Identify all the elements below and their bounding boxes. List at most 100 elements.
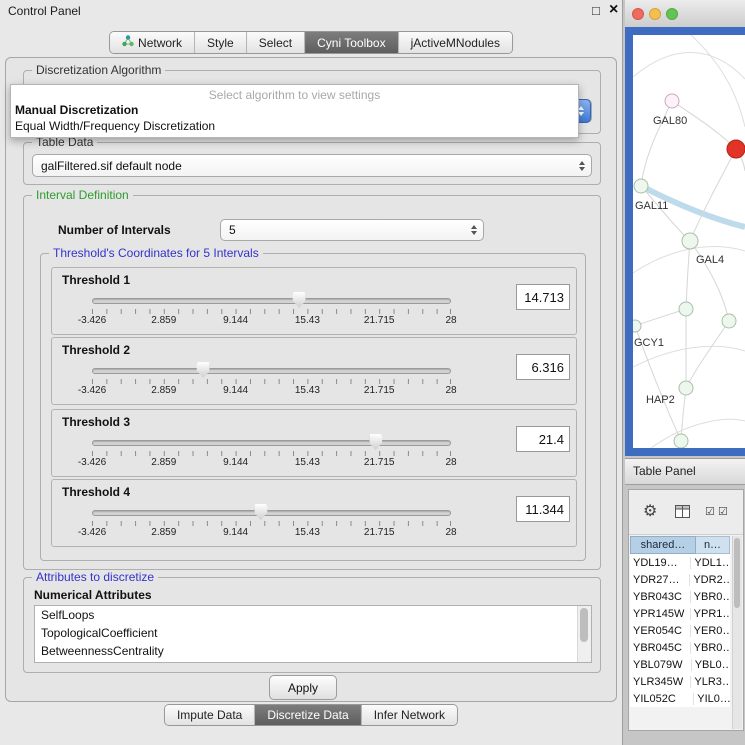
- slider-thumb[interactable]: [197, 362, 210, 378]
- threshold-slider[interactable]: -3.426 2.859 9.144 15.43 21.715 28: [92, 433, 451, 473]
- slider-track[interactable]: [92, 510, 451, 516]
- tab-jactivemodules[interactable]: jActiveMNodules: [398, 32, 512, 53]
- tab-network[interactable]: Network: [110, 32, 194, 53]
- control-panel-titlebar: Control Panel □ ×: [0, 0, 622, 24]
- list-scrollbar[interactable]: [577, 606, 591, 662]
- scale-label: 28: [445, 385, 456, 396]
- scale-label: 15.43: [295, 385, 320, 396]
- threshold-panel: Threshold 1 -3.426 2.859 9.144 15.43 21.…: [51, 267, 577, 335]
- threshold-value-field[interactable]: [516, 354, 570, 380]
- scrollbar-thumb[interactable]: [580, 608, 588, 642]
- popup-option-equal-width-frequency[interactable]: Equal Width/Frequency Discretization: [15, 119, 215, 133]
- node[interactable]: [722, 314, 736, 328]
- node-gal80[interactable]: [665, 94, 679, 108]
- threshold-label: Threshold 1: [62, 273, 130, 287]
- table-row[interactable]: YBR043CYBR0…: [630, 588, 730, 605]
- tab-label: jActiveMNodules: [411, 36, 500, 50]
- threshold-slider[interactable]: -3.426 2.859 9.144 15.43 21.715 28: [92, 291, 451, 331]
- cell: YIL0…: [694, 693, 730, 705]
- table-panel-header: Table Panel: [625, 458, 745, 485]
- scale-label: -3.426: [78, 315, 106, 326]
- mac-minimize-icon[interactable]: [649, 8, 661, 20]
- node-selected-red[interactable]: [727, 140, 745, 158]
- apply-button[interactable]: Apply: [269, 675, 337, 700]
- close-window-icon[interactable]: ×: [609, 1, 618, 19]
- list-item[interactable]: SelfLoops: [35, 606, 591, 624]
- table-row[interactable]: YDR27…YDR2…: [630, 571, 730, 588]
- slider-thumb[interactable]: [369, 434, 382, 450]
- cell: YBR0…: [691, 642, 730, 654]
- slider-thumb[interactable]: [293, 292, 306, 308]
- threshold-slider[interactable]: -3.426 2.859 9.144 15.43 21.715 28: [92, 503, 451, 543]
- table-row[interactable]: YIL052CYIL0…: [630, 690, 730, 707]
- slider-ticks: [92, 379, 451, 384]
- node[interactable]: [679, 302, 693, 316]
- scale-label: 9.144: [223, 385, 248, 396]
- list-item[interactable]: TopologicalCoefficient: [35, 624, 591, 642]
- table-window: ⚙ ☑ ☑ shared… n… YDL19…YDL1… YDR27…YDR2……: [628, 489, 744, 731]
- table-row[interactable]: YPR145WYPR1…: [630, 605, 730, 622]
- tab-discretize-data[interactable]: Discretize Data: [254, 705, 360, 725]
- list-item[interactable]: BetweennessCentrality: [35, 642, 591, 660]
- slider-thumb[interactable]: [254, 504, 267, 520]
- network-canvas[interactable]: GAL80 GAL11 GAL4 GCY1 HAP2: [633, 35, 745, 448]
- table-data-combobox[interactable]: galFiltered.sif default node: [32, 154, 592, 177]
- scale-label: 15.43: [295, 457, 320, 468]
- cell: YLR3…: [691, 676, 730, 688]
- scrollbar-thumb[interactable]: [734, 538, 740, 608]
- float-window-icon[interactable]: □: [592, 3, 600, 18]
- node-label: HAP2: [646, 394, 675, 406]
- slider-track[interactable]: [92, 440, 451, 446]
- mac-zoom-icon[interactable]: [666, 8, 678, 20]
- column-header-name[interactable]: n…: [696, 536, 730, 554]
- threshold-value-field[interactable]: [516, 284, 570, 310]
- number-of-intervals-combobox[interactable]: 5: [220, 219, 484, 241]
- threshold-panel: Threshold 2 -3.426 2.859 9.144 15.43 21.…: [51, 337, 577, 405]
- tab-infer-network[interactable]: Infer Network: [361, 705, 457, 725]
- column-header-shared-name[interactable]: shared…: [630, 536, 696, 554]
- threshold-slider[interactable]: -3.426 2.859 9.144 15.43 21.715 28: [92, 361, 451, 401]
- gear-icon[interactable]: ⚙: [643, 501, 657, 521]
- select-all-icon[interactable]: ☑: [705, 505, 715, 518]
- window-title: Control Panel: [8, 4, 81, 18]
- scale-label: 15.43: [295, 527, 320, 538]
- node-hap2[interactable]: [679, 381, 693, 395]
- table-row[interactable]: YBR045CYBR0…: [630, 639, 730, 656]
- tab-style[interactable]: Style: [194, 32, 246, 53]
- tab-label: Select: [259, 36, 292, 50]
- node-label: GAL11: [635, 200, 668, 212]
- node-gcy1[interactable]: [633, 320, 641, 332]
- threshold-value-field[interactable]: [516, 426, 570, 452]
- cell: YER054C: [630, 625, 691, 637]
- table-row[interactable]: YLR345WYLR3…: [630, 673, 730, 690]
- numerical-attributes-label: Numerical Attributes: [34, 588, 152, 602]
- node-gal4[interactable]: [682, 233, 698, 249]
- tab-select[interactable]: Select: [246, 32, 304, 53]
- threshold-label: Threshold 2: [62, 343, 130, 357]
- group-label: Threshold's Coordinates for 5 Intervals: [49, 246, 263, 260]
- tab-cyni-toolbox[interactable]: Cyni Toolbox: [304, 32, 397, 53]
- scale-label: 2.859: [151, 315, 176, 326]
- node-label: GCY1: [634, 337, 664, 349]
- tab-impute-data[interactable]: Impute Data: [165, 705, 254, 725]
- select-none-icon[interactable]: ☑: [718, 505, 728, 518]
- table-scrollbar[interactable]: [732, 536, 742, 729]
- table-row[interactable]: YBL079WYBL0…: [630, 656, 730, 673]
- scale-label: -3.426: [78, 457, 106, 468]
- scale-label: 2.859: [151, 385, 176, 396]
- slider-track[interactable]: [92, 368, 451, 374]
- combo-value: 5: [229, 223, 236, 237]
- node[interactable]: [674, 434, 688, 448]
- columns-icon[interactable]: [675, 505, 690, 523]
- slider-track[interactable]: [92, 298, 451, 304]
- table-row[interactable]: YDL19…YDL1…: [630, 554, 730, 571]
- table-row[interactable]: YER054CYER0…: [630, 622, 730, 639]
- slider-ticks: [92, 521, 451, 526]
- mac-close-icon[interactable]: [632, 8, 644, 20]
- group-label: Interval Definition: [32, 188, 133, 202]
- top-tab-bar: Network Style Select Cyni Toolbox jActiv…: [109, 31, 513, 54]
- popup-option-manual-discretization[interactable]: Manual Discretization: [15, 103, 138, 117]
- threshold-value-field[interactable]: [516, 496, 570, 522]
- popup-placeholder: Select algorithm to view settings: [11, 88, 578, 102]
- node-gal11[interactable]: [634, 179, 648, 193]
